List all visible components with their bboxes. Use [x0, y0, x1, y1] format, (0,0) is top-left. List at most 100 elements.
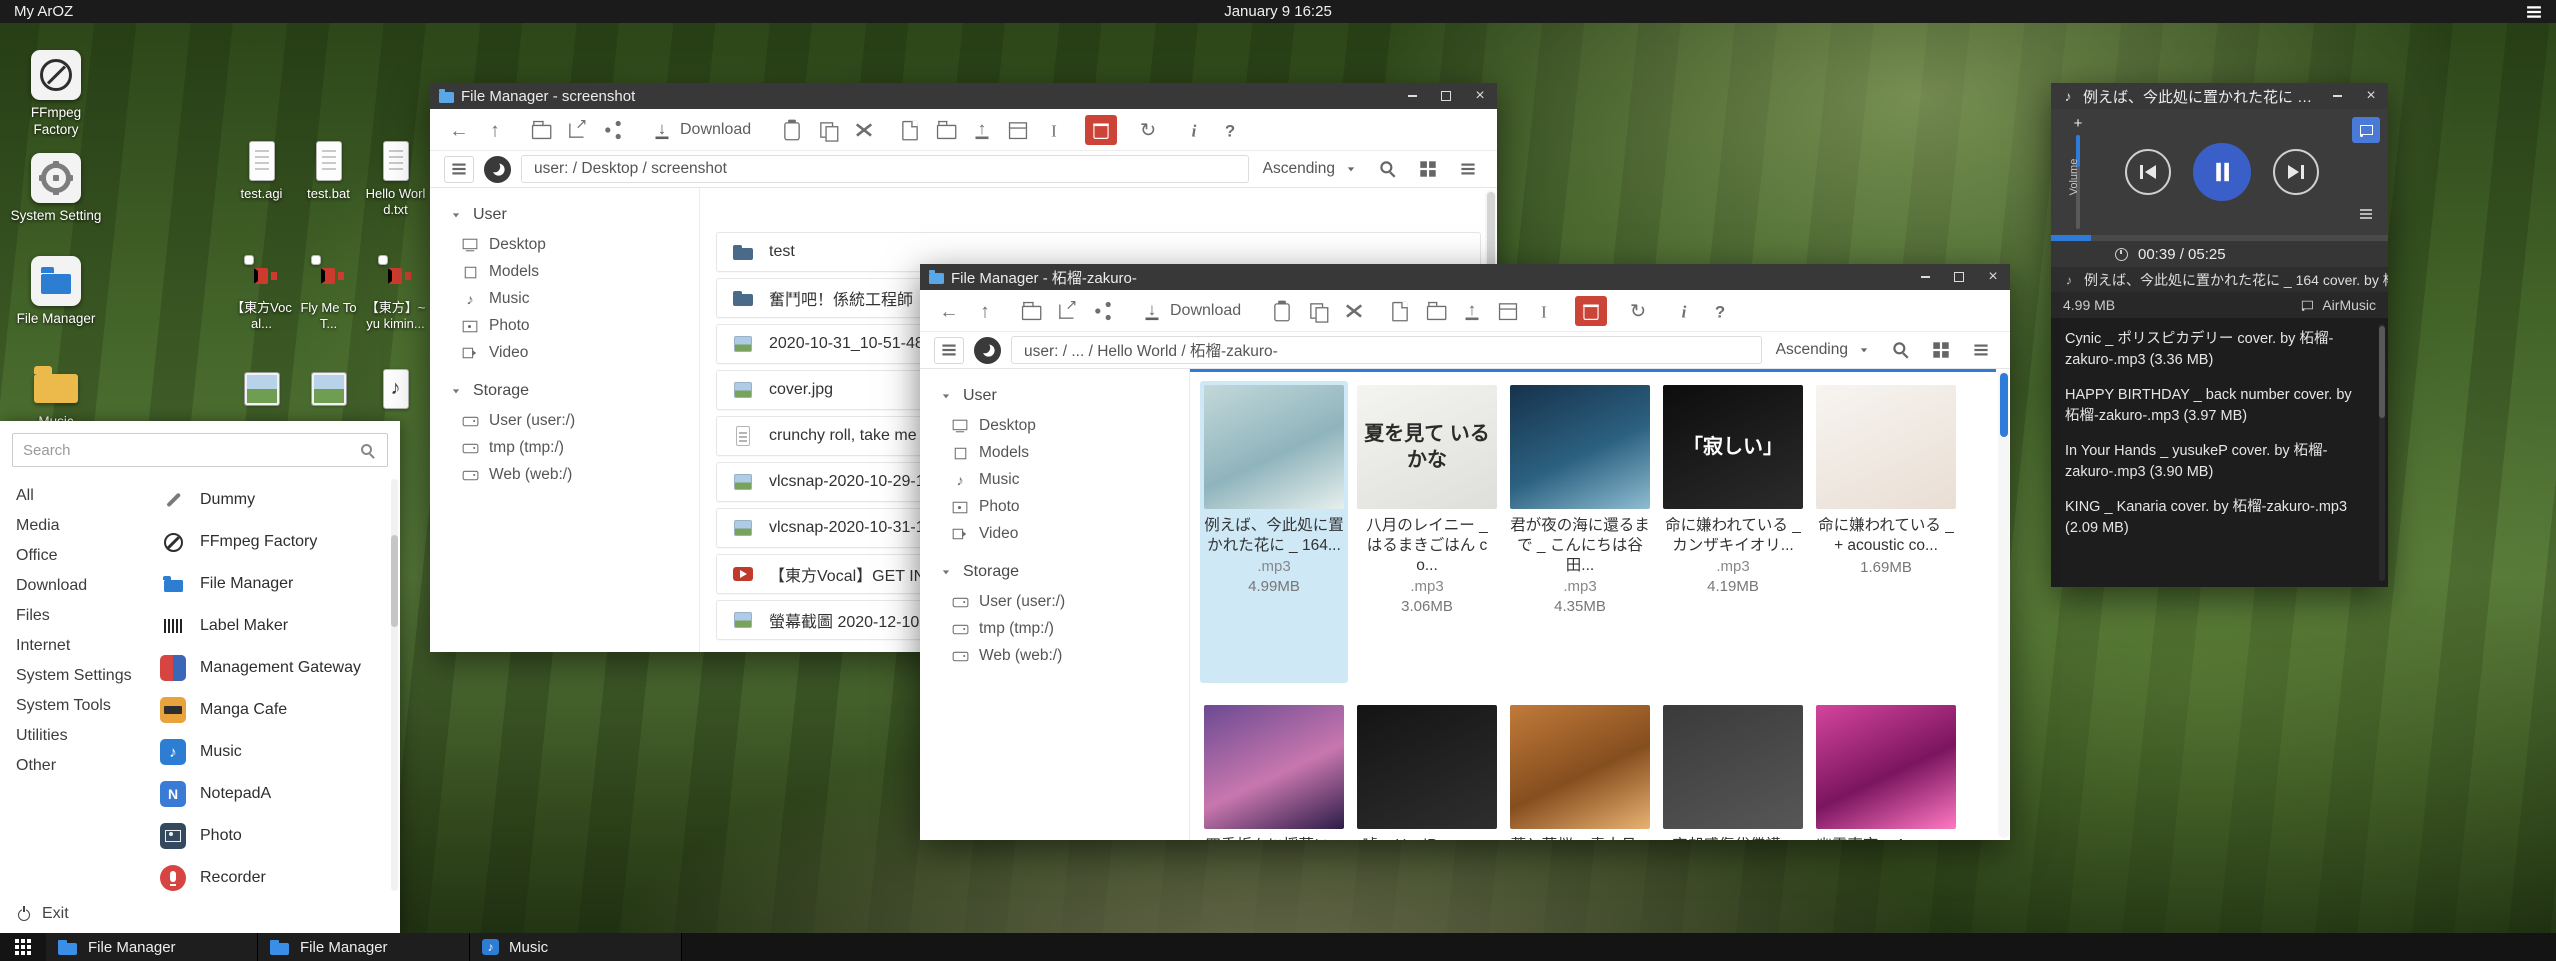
app-launcher-button[interactable]	[0, 933, 46, 961]
toolbar-button[interactable]	[1339, 296, 1369, 326]
file-tile[interactable]: 幽霊東京 _ Aya so...	[1812, 701, 1960, 840]
desktop-file-icon[interactable]: 【東方Vocal...	[228, 254, 295, 368]
file-tile[interactable]: 命に嫌われている _ + acoustic co... 1.69MB	[1812, 381, 1960, 683]
scrollbar-thumb[interactable]	[2379, 326, 2385, 418]
app-list-item[interactable]: Management Gateway	[152, 647, 400, 689]
minimize-button[interactable]	[1395, 83, 1429, 109]
list-view-button[interactable]	[1966, 337, 1996, 364]
previous-button[interactable]	[2125, 149, 2171, 195]
toolbar-button[interactable]	[970, 296, 1000, 326]
sidebar-section-user[interactable]: User	[938, 387, 1189, 405]
download-button[interactable]: Download	[644, 115, 761, 145]
scrollbar-thumb[interactable]	[2000, 373, 2008, 437]
scrollbar-thumb[interactable]	[391, 535, 398, 627]
sort-select[interactable]: Ascending	[1263, 160, 1359, 178]
category-item[interactable]: Files	[0, 601, 152, 631]
cast-button[interactable]	[2352, 117, 2380, 143]
app-list-item[interactable]: Photo	[152, 815, 400, 857]
file-tile[interactable]: 「寂しい」 命に嫌われている _ カンザキイオリ... .mp3 4.19MB	[1659, 381, 1807, 683]
taskbar-task[interactable]: File Manager	[46, 933, 258, 961]
search-input[interactable]	[12, 433, 388, 467]
file-tile[interactable]: 四季折々に揺蕩い...	[1200, 701, 1348, 840]
sidebar-section-storage[interactable]: Storage	[938, 563, 1189, 581]
toolbar-button[interactable]	[1421, 296, 1451, 326]
toolbar-button[interactable]	[934, 296, 964, 326]
category-item[interactable]: Media	[0, 511, 152, 541]
toolbar-button[interactable]	[1088, 296, 1118, 326]
toolbar-button[interactable]	[1039, 115, 1069, 145]
list-view-button[interactable]	[1453, 156, 1483, 183]
brand-label[interactable]: My ArOZ	[0, 3, 73, 20]
exit-button[interactable]: Exit	[0, 895, 400, 933]
category-item[interactable]: Internet	[0, 631, 152, 661]
delete-button[interactable]	[1085, 115, 1117, 145]
progress-bar[interactable]	[2051, 235, 2388, 241]
delete-button[interactable]	[1575, 296, 1607, 326]
file-tile[interactable]: 薔と葉桜 _ 青大月...	[1506, 701, 1654, 840]
desktop-icon[interactable]: System Setting	[8, 153, 104, 256]
category-item[interactable]: Utilities	[0, 721, 152, 751]
toolbar-button[interactable]	[1529, 296, 1559, 326]
window-titlebar[interactable]: File Manager - 柘榴-zakuro-	[920, 264, 2010, 290]
toolbar-button[interactable]	[1003, 115, 1033, 145]
maximize-button[interactable]	[1942, 264, 1976, 290]
app-list-item[interactable]: FFmpeg Factory	[152, 521, 400, 563]
output-selector[interactable]: AirMusic	[2299, 297, 2376, 313]
toolbar-button[interactable]	[562, 115, 592, 145]
sidebar-item[interactable]: Desktop	[448, 231, 699, 258]
toolbar-button[interactable]	[931, 115, 961, 145]
app-list-item[interactable]: Manga Cafe	[152, 689, 400, 731]
volume-slider[interactable]: + Volume	[2059, 115, 2097, 229]
grid-view-button[interactable]	[1926, 337, 1956, 364]
toolbar-button[interactable]	[1457, 296, 1487, 326]
toolbar-button[interactable]	[1215, 115, 1245, 145]
toolbar-button[interactable]	[1669, 296, 1699, 326]
sidebar-item[interactable]: Music	[448, 285, 699, 312]
sidebar-item[interactable]: Music	[938, 466, 1189, 493]
desktop-icon[interactable]: FFmpeg Factory	[8, 50, 104, 153]
desktop-file-icon[interactable]: Fly Me To T...	[295, 254, 362, 368]
view-toggle-button[interactable]	[934, 337, 964, 364]
pause-button[interactable]	[2193, 143, 2251, 201]
sidebar-item[interactable]: Photo	[448, 312, 699, 339]
next-button[interactable]	[2273, 149, 2319, 195]
toolbar-button[interactable]	[813, 115, 843, 145]
toolbar-button[interactable]	[1267, 296, 1297, 326]
category-item[interactable]: System Tools	[0, 691, 152, 721]
app-list-item[interactable]: Music	[152, 731, 400, 773]
file-tile[interactable]: 夏を見て いるかな 八月のレイニー _ はるまきごはん co... .mp3 3…	[1353, 381, 1501, 683]
sidebar-item[interactable]: tmp (tmp:/)	[448, 434, 699, 461]
sort-select[interactable]: Ascending	[1776, 341, 1872, 359]
toolbar-button[interactable]	[526, 115, 556, 145]
scrollbar[interactable]	[391, 479, 398, 891]
sidebar-item[interactable]: Desktop	[938, 412, 1189, 439]
toolbar-button[interactable]	[1705, 296, 1735, 326]
search-button[interactable]	[1373, 156, 1403, 183]
file-tile[interactable]: 例えば、今此処に置かれた花に _ 164... .mp3 4.99MB	[1200, 381, 1348, 683]
sidebar-item[interactable]: tmp (tmp:/)	[938, 615, 1189, 642]
toolbar-button[interactable]	[1303, 296, 1333, 326]
refresh-button[interactable]	[1133, 115, 1163, 145]
view-toggle-button[interactable]	[444, 156, 474, 183]
sidebar-item[interactable]: User (user:/)	[938, 588, 1189, 615]
category-item[interactable]: Office	[0, 541, 152, 571]
sidebar-item[interactable]: User (user:/)	[448, 407, 699, 434]
sidebar-item[interactable]: Video	[448, 339, 699, 366]
sidebar-section-user[interactable]: User	[448, 206, 699, 224]
toolbar-button[interactable]	[967, 115, 997, 145]
sidebar-item[interactable]: Models	[448, 258, 699, 285]
scrollbar[interactable]	[2379, 324, 2385, 581]
toolbar-button[interactable]	[1385, 296, 1415, 326]
scrollbar[interactable]	[1998, 371, 2009, 838]
minimize-button[interactable]	[1908, 264, 1942, 290]
playlist-item[interactable]: In Your Hands _ yusukeP cover. by 柘榴-zak…	[2061, 434, 2372, 490]
maximize-button[interactable]	[1429, 83, 1463, 109]
category-item[interactable]: Download	[0, 571, 152, 601]
category-item[interactable]: All	[0, 481, 152, 511]
grid-view-button[interactable]	[1413, 156, 1443, 183]
toolbar-button[interactable]	[1052, 296, 1082, 326]
download-button[interactable]: Download	[1134, 296, 1251, 326]
file-tile[interactable]: 君が夜の海に還るまで _ こんにちは谷田... .mp3 4.35MB	[1506, 381, 1654, 683]
app-list-item[interactable]: Label Maker	[152, 605, 400, 647]
sidebar-item[interactable]: Web (web:/)	[448, 461, 699, 488]
